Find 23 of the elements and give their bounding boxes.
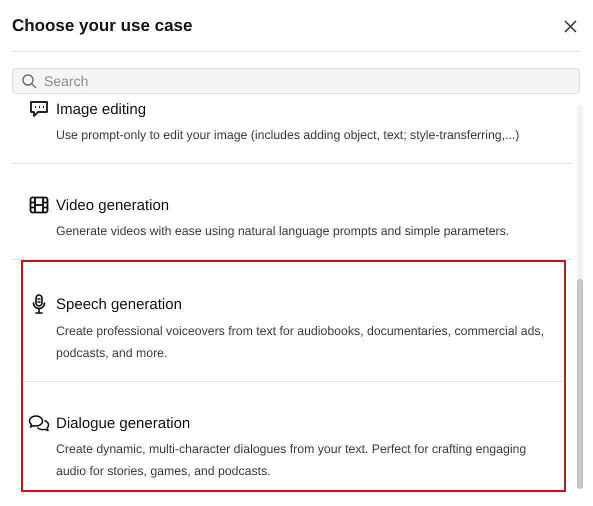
use-case-title: Image editing (56, 101, 146, 118)
use-case-title: Dialogue generation (56, 414, 190, 432)
close-icon (564, 20, 577, 32)
search-icon (22, 74, 37, 89)
use-case-item[interactable]: Dialogue generation Create dynamic, multi-character dialogues from your text. Perfect for crafting engaging audio for stories, games, and podcasts. (23, 382, 564, 490)
chat-bubble-icon (29, 101, 49, 118)
use-case-description: Create dynamic, multi-character dialogues from your text. Perfect for crafting engaging audio for stories, games, and podcasts. (56, 441, 528, 480)
close-button[interactable] (562, 18, 579, 34)
use-case-item[interactable]: Speech generation Create professional voiceovers from text for audiobooks, documentaries, commercial ads, podcasts, and more. (23, 262, 564, 381)
use-case-item[interactable]: Image editing Use prompt-only to edit your image (includes adding object, text; style-transferring,...) (12, 101, 572, 163)
search-field[interactable]: Search (12, 68, 580, 94)
dialog-title: Choose your use case (12, 16, 192, 36)
speech-bubbles-icon (28, 414, 50, 432)
scrollbar-thumb[interactable] (577, 279, 583, 489)
film-icon (29, 196, 49, 214)
use-case-description: Generate videos with ease using natural language prompts and simple parameters. (56, 223, 510, 240)
use-case-title: Video generation (56, 196, 170, 214)
microphone-icon (32, 294, 46, 314)
use-case-description: Create professional voiceovers from text for audiobooks, documentaries, commercial ads, podcasts, and more. (56, 323, 545, 362)
use-case-description: Use prompt-only to edit your image (includes adding object, text; style-transferring,...) (56, 127, 520, 144)
scrollbar[interactable] (577, 105, 583, 489)
use-case-title: Speech generation (56, 296, 182, 312)
use-case-item[interactable]: Video generation Generate videos with ease using natural language prompts and simple parameters. (12, 164, 572, 259)
